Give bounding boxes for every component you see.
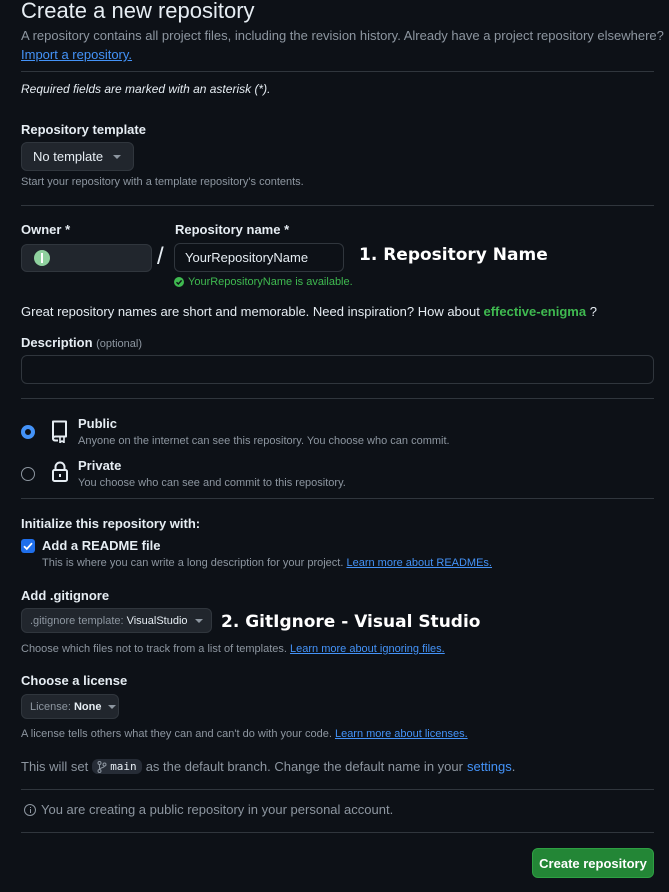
page-subtitle: A repository contains all project files,… xyxy=(21,28,664,43)
private-label[interactable]: Private xyxy=(78,458,121,473)
create-repository-button[interactable]: Create repository xyxy=(532,848,654,878)
avatar xyxy=(34,250,50,266)
branch-name: main xyxy=(110,760,137,773)
branch-pill: main xyxy=(92,759,142,774)
divider xyxy=(21,832,654,833)
divider xyxy=(21,71,654,72)
private-description: You choose who can see and commit to thi… xyxy=(78,477,346,489)
description-input[interactable] xyxy=(21,355,654,384)
import-repository-link[interactable]: Import a repository. xyxy=(21,47,132,62)
divider xyxy=(21,498,654,499)
gitignore-learn-link[interactable]: Learn more about ignoring files. xyxy=(290,643,445,655)
chevron-down-icon xyxy=(194,618,203,623)
name-suggestion: Great repository names are short and mem… xyxy=(21,304,597,319)
license-select-prefix: License: xyxy=(30,700,71,713)
readme-checkbox[interactable] xyxy=(21,539,35,553)
page-title: Create a new repository xyxy=(21,0,255,23)
license-label: Choose a license xyxy=(21,673,128,688)
branch-end: . xyxy=(511,759,516,774)
chevron-down-icon xyxy=(113,154,122,159)
readme-desc-row: This is where you can write a long descr… xyxy=(42,557,492,569)
check-circle-icon xyxy=(174,277,184,287)
license-select[interactable]: License: None xyxy=(21,694,119,719)
gitignore-hint-row: Choose which files not to track from a l… xyxy=(21,643,445,655)
gitignore-hint: Choose which files not to track from a l… xyxy=(21,643,287,655)
divider xyxy=(21,398,654,399)
license-hint-row: A license tells others what they can and… xyxy=(21,728,468,740)
template-hint: Start your repository with a template re… xyxy=(21,176,304,188)
license-hint: A license tells others what they can and… xyxy=(21,728,332,740)
info-icon xyxy=(24,803,36,816)
annotation-gitignore: 2. GitIgnore - Visual Studio xyxy=(221,612,481,632)
branch-before: This will set xyxy=(21,759,89,774)
public-label[interactable]: Public xyxy=(78,416,117,431)
gitignore-select[interactable]: .gitignore template: VisualStudio xyxy=(21,608,212,633)
template-select[interactable]: No template xyxy=(21,142,134,171)
template-label: Repository template xyxy=(21,122,146,137)
owner-label: Owner * xyxy=(21,222,71,237)
owner-slash: / xyxy=(157,243,164,270)
suggestion-text: Great repository names are short and mem… xyxy=(21,304,480,319)
branch-after: as the default branch. Change the defaul… xyxy=(145,759,463,774)
default-branch-note: This will set main as the default branch… xyxy=(21,759,515,774)
repo-available-text: YourRepositoryName is available. xyxy=(188,276,353,288)
license-select-value: None xyxy=(73,700,102,713)
suggested-name[interactable]: effective-enigma xyxy=(483,304,586,319)
repo-name-input[interactable] xyxy=(174,243,344,272)
readme-learn-link[interactable]: Learn more about READMEs. xyxy=(346,557,492,569)
owner-select[interactable] xyxy=(21,244,152,272)
public-radio[interactable] xyxy=(21,425,35,439)
public-notice-text: You are creating a public repository in … xyxy=(41,802,394,817)
required-note: Required fields are marked with an aster… xyxy=(21,82,271,96)
private-radio[interactable] xyxy=(21,467,35,481)
description-label-row: Description (optional) xyxy=(21,335,142,350)
gitignore-select-value: VisualStudio xyxy=(126,614,188,627)
description-optional: (optional) xyxy=(96,338,142,350)
git-branch-icon xyxy=(97,760,107,773)
readme-description: This is where you can write a long descr… xyxy=(42,557,344,569)
repo-name-label: Repository name * xyxy=(175,222,290,237)
repo-icon xyxy=(50,419,70,448)
divider xyxy=(21,205,654,206)
description-label: Description xyxy=(21,335,93,350)
public-notice: You are creating a public repository in … xyxy=(24,802,393,817)
readme-label[interactable]: Add a README file xyxy=(42,538,160,553)
divider xyxy=(21,789,654,790)
repo-available-status: YourRepositoryName is available. xyxy=(174,276,353,288)
chevron-down-icon xyxy=(108,704,117,709)
init-heading: Initialize this repository with: xyxy=(21,516,201,531)
gitignore-label: Add .gitignore xyxy=(21,588,110,603)
gitignore-select-prefix: .gitignore template: xyxy=(30,614,124,627)
annotation-repo-name: 1. Repository Name xyxy=(359,245,548,265)
settings-link[interactable]: settings xyxy=(467,759,512,774)
license-learn-link[interactable]: Learn more about licenses. xyxy=(335,728,468,740)
lock-icon xyxy=(51,460,69,489)
suggestion-end: ? xyxy=(589,304,597,319)
template-select-value: No template xyxy=(33,149,104,164)
check-icon xyxy=(23,542,33,551)
public-description: Anyone on the internet can see this repo… xyxy=(78,435,450,447)
